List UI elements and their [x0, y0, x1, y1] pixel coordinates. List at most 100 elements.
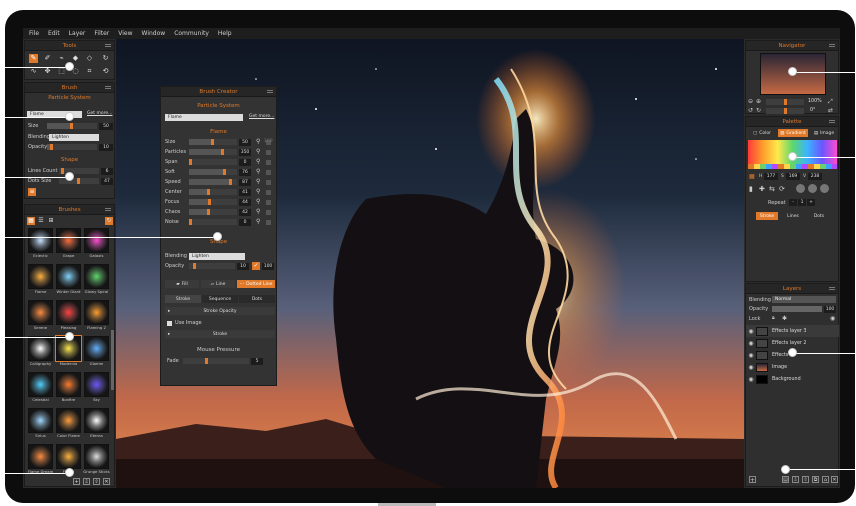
lines-count-value[interactable]: 6	[101, 168, 113, 175]
brush-thumbnail[interactable]	[28, 444, 53, 469]
sat-value[interactable]: 169	[786, 173, 800, 180]
bucket-tool-icon[interactable]: ◆	[71, 54, 80, 63]
param-checkbox[interactable]	[266, 220, 271, 225]
hue-value[interactable]: 177	[764, 173, 778, 180]
creator-opacity-value-2[interactable]: 100	[262, 263, 274, 270]
gradient-reverse-icon[interactable]: ⇆	[769, 185, 775, 193]
brush-category[interactable]: Particle System	[25, 93, 114, 103]
brush-thumbnail[interactable]	[84, 444, 109, 469]
menu-file[interactable]: File	[29, 30, 39, 37]
delete-brush-icon[interactable]: ✕	[103, 478, 110, 485]
eye-icon[interactable]: ◉	[746, 352, 756, 359]
menu-help[interactable]: Help	[218, 30, 232, 37]
panel-grip-icon[interactable]	[105, 44, 111, 47]
mode-circle-3-icon[interactable]	[820, 184, 829, 193]
param-checkbox[interactable]	[266, 150, 271, 155]
param-checkbox[interactable]	[266, 190, 271, 195]
brush-thumbnail[interactable]	[56, 444, 81, 469]
lines-count-knob[interactable]	[61, 168, 64, 174]
palette-tab-image[interactable]: ▤ Image	[810, 129, 838, 137]
brushes-scrollbar[interactable]	[111, 330, 114, 390]
tab-dots[interactable]: Dots	[239, 295, 275, 303]
param-checkbox[interactable]	[266, 180, 271, 185]
brush-thumbnail[interactable]	[56, 372, 81, 397]
layer-opt-3-icon[interactable]: ⇧	[802, 476, 809, 483]
menu-view[interactable]: View	[118, 30, 132, 37]
creator-preset-dropdown[interactable]: Flame	[165, 114, 243, 121]
layer-opacity-value[interactable]: 100	[824, 306, 836, 313]
gradient-edit-icon[interactable]: ▮	[749, 185, 753, 193]
param-value[interactable]: 41	[239, 189, 251, 196]
size-value[interactable]: 50	[99, 123, 113, 130]
param-slider-knob[interactable]	[208, 199, 212, 205]
brush-thumbnail[interactable]	[28, 228, 53, 253]
repeat-decrease[interactable]: -	[789, 199, 797, 206]
layer-blending-dropdown[interactable]: Normal	[772, 296, 836, 303]
param-slider[interactable]	[189, 139, 237, 145]
param-slider-knob[interactable]	[223, 169, 227, 175]
fit-icon[interactable]: ⤢	[828, 98, 833, 106]
line-button[interactable]: ▱ Line	[201, 280, 235, 288]
pencil-tool-icon[interactable]: ✐	[43, 54, 52, 63]
pressure-link-icon[interactable]: ⚲	[256, 198, 260, 205]
zoom-out-icon[interactable]: ⊖	[748, 98, 753, 105]
fade-value[interactable]: 5	[251, 358, 263, 365]
param-slider-knob[interactable]	[220, 149, 224, 155]
add-brush-icon[interactable]: +	[73, 478, 80, 485]
rotate-tool-icon[interactable]: ↻	[101, 54, 110, 63]
param-value[interactable]: 0	[239, 219, 251, 226]
size-slider[interactable]	[47, 123, 97, 129]
size-view-icon[interactable]: ⊞	[47, 217, 55, 225]
brush-thumbnail[interactable]	[84, 408, 109, 433]
refresh-brushes-icon[interactable]: ↻	[105, 217, 113, 225]
param-value[interactable]: 44	[239, 199, 251, 206]
zoom-knob[interactable]	[784, 99, 787, 105]
mode-circle-2-icon[interactable]	[808, 184, 817, 193]
opacity-value[interactable]: 10	[99, 144, 113, 151]
val-value[interactable]: 238	[808, 173, 822, 180]
param-value[interactable]: 50	[239, 139, 251, 146]
rotation-knob[interactable]	[784, 108, 787, 114]
param-slider[interactable]	[189, 199, 237, 205]
param-slider[interactable]	[189, 169, 237, 175]
param-slider[interactable]	[189, 149, 237, 155]
use-image-row[interactable]: Use Image	[167, 320, 202, 326]
brush-thumbnail[interactable]	[56, 408, 81, 433]
creator-opacity-value[interactable]: 10	[237, 263, 249, 270]
layer-opacity-slider[interactable]	[772, 306, 822, 312]
pressure-link-icon[interactable]: ⚲	[256, 148, 260, 155]
pressure-link-icon[interactable]: ⚲	[256, 138, 260, 145]
rotate-right-icon[interactable]: ↻	[756, 107, 761, 114]
brush-thumbnail[interactable]	[56, 228, 81, 253]
param-slider[interactable]	[189, 159, 237, 165]
gradient-add-icon[interactable]: ✚	[759, 185, 765, 193]
param-checkbox[interactable]	[266, 200, 271, 205]
brush-thumbnail[interactable]	[56, 264, 81, 289]
stroke-opacity-button[interactable]: ▸ Stroke Opacity	[165, 307, 275, 315]
param-value[interactable]: 0	[239, 159, 251, 166]
layer-row[interactable]: ◉ Image	[746, 361, 839, 373]
flip-icon[interactable]: ⇄	[828, 107, 833, 114]
hsv-icon[interactable]: ▦	[749, 173, 755, 180]
brush-thumbnail[interactable]	[84, 264, 109, 289]
lock-alpha-icon[interactable]: ✱	[782, 315, 787, 322]
fill-button[interactable]: ▰ Fill	[165, 280, 199, 288]
dots-size-value[interactable]: 47	[101, 178, 113, 185]
layer-row[interactable]: ◉ Effects layer 3	[746, 325, 839, 337]
pressure-link-icon[interactable]: ⚲	[256, 168, 260, 175]
zoom-in-icon[interactable]: ⊕	[756, 98, 761, 105]
param-slider-knob[interactable]	[206, 189, 210, 195]
smudge-tool-icon[interactable]: ∿	[29, 67, 38, 76]
param-checkbox[interactable]	[266, 210, 271, 215]
rotate-left-icon[interactable]: ↺	[748, 107, 753, 114]
angle-value[interactable]: 0°	[810, 108, 815, 113]
param-checkbox[interactable]	[266, 160, 271, 165]
mode-circle-1-icon[interactable]	[796, 184, 805, 193]
param-slider[interactable]	[189, 209, 237, 215]
param-slider[interactable]	[189, 179, 237, 185]
brush-tool-icon[interactable]: ✎	[29, 54, 38, 63]
param-slider-knob[interactable]	[207, 209, 211, 215]
palette-mode-lines[interactable]: Lines	[782, 212, 804, 220]
tab-stroke[interactable]: Stroke	[165, 295, 201, 303]
use-image-checkbox[interactable]	[167, 320, 172, 326]
